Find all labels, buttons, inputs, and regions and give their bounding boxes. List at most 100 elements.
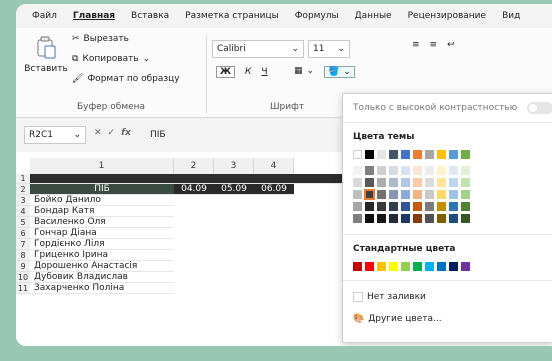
- align-icon[interactable]: ≡: [430, 40, 438, 50]
- color-swatch[interactable]: [401, 214, 410, 223]
- color-swatch[interactable]: [401, 190, 410, 199]
- color-swatch[interactable]: [437, 178, 446, 187]
- color-swatch[interactable]: [425, 202, 434, 211]
- align-icon[interactable]: ≡: [412, 40, 420, 50]
- color-swatch[interactable]: [413, 166, 422, 175]
- color-swatch[interactable]: [425, 190, 434, 199]
- color-swatch[interactable]: [353, 262, 362, 271]
- color-swatch[interactable]: [461, 166, 470, 175]
- color-swatch[interactable]: [425, 150, 434, 159]
- list-item[interactable]: Бойко Данило: [30, 195, 174, 206]
- column-header-4[interactable]: 4: [254, 158, 294, 174]
- wrap-icon[interactable]: ↩: [447, 40, 455, 50]
- font-name-input[interactable]: Calibri ⌄: [212, 40, 304, 58]
- color-swatch[interactable]: [353, 178, 362, 187]
- color-swatch[interactable]: [401, 202, 410, 211]
- row-header[interactable]: 5: [16, 217, 30, 228]
- column-header-3[interactable]: 3: [214, 158, 254, 174]
- selected-color-swatch[interactable]: [364, 189, 375, 200]
- tab-formulas[interactable]: Формулы: [287, 4, 347, 28]
- color-swatch[interactable]: [377, 202, 386, 211]
- color-swatch[interactable]: [401, 178, 410, 187]
- row-header[interactable]: 9: [16, 261, 30, 272]
- color-swatch[interactable]: [449, 262, 458, 271]
- color-swatch[interactable]: [365, 262, 374, 271]
- font-size-input[interactable]: 11 ⌄: [308, 40, 350, 58]
- color-swatch[interactable]: [413, 150, 422, 159]
- color-swatch[interactable]: [437, 190, 446, 199]
- color-swatch[interactable]: [425, 178, 434, 187]
- color-swatch[interactable]: [353, 202, 362, 211]
- color-swatch[interactable]: [461, 150, 470, 159]
- color-swatch[interactable]: [449, 178, 458, 187]
- list-item[interactable]: Бондар Катя: [30, 206, 174, 217]
- color-swatch[interactable]: [401, 262, 410, 271]
- color-swatch[interactable]: [377, 150, 386, 159]
- color-swatch[interactable]: [425, 214, 434, 223]
- color-swatch[interactable]: [449, 166, 458, 175]
- list-item[interactable]: Василенко Оля: [30, 217, 174, 228]
- formula-input[interactable]: ПІБ: [146, 126, 346, 144]
- color-swatch[interactable]: [413, 190, 422, 199]
- color-swatch[interactable]: [437, 214, 446, 223]
- borders-button[interactable]: ▦ ⌄: [294, 66, 314, 76]
- format-painter-button[interactable]: 🖌 Формат по образцу: [72, 74, 180, 84]
- row-header[interactable]: 10: [16, 272, 30, 283]
- color-swatch[interactable]: [377, 262, 386, 271]
- color-swatch[interactable]: [389, 178, 398, 187]
- row-header[interactable]: 3: [16, 195, 30, 206]
- color-swatch[interactable]: [389, 214, 398, 223]
- color-swatch[interactable]: [437, 262, 446, 271]
- more-colors-item[interactable]: 🎨 Другие цвета...: [353, 314, 442, 324]
- row-header[interactable]: 8: [16, 250, 30, 261]
- color-swatch[interactable]: [389, 150, 398, 159]
- row-header[interactable]: 7: [16, 239, 30, 250]
- color-swatch[interactable]: [461, 262, 470, 271]
- no-fill-item[interactable]: Нет заливки: [353, 292, 426, 302]
- color-swatch[interactable]: [413, 202, 422, 211]
- color-swatch[interactable]: [377, 214, 386, 223]
- grid-header-date[interactable]: 05.09: [214, 184, 254, 195]
- color-swatch[interactable]: [401, 166, 410, 175]
- fx-icon[interactable]: fx: [121, 128, 131, 138]
- grid-header-pib[interactable]: ПІБ: [30, 184, 174, 195]
- column-header-1[interactable]: 1: [30, 158, 174, 174]
- list-item[interactable]: Дубовик Владислав: [30, 272, 174, 283]
- toggle-switch[interactable]: [527, 102, 552, 114]
- color-swatch[interactable]: [449, 202, 458, 211]
- italic-button[interactable]: К: [245, 67, 251, 77]
- color-swatch[interactable]: [449, 190, 458, 199]
- confirm-icon[interactable]: ✓: [108, 128, 116, 138]
- underline-button[interactable]: Ч: [261, 67, 267, 77]
- cut-button[interactable]: ✂ Вырезать: [72, 34, 129, 44]
- color-swatch[interactable]: [365, 166, 374, 175]
- color-swatch[interactable]: [389, 262, 398, 271]
- color-swatch[interactable]: [437, 166, 446, 175]
- color-swatch[interactable]: [389, 190, 398, 199]
- tab-view[interactable]: Вид: [494, 4, 528, 28]
- column-header-2[interactable]: 2: [174, 158, 214, 174]
- color-swatch[interactable]: [353, 190, 362, 199]
- color-swatch[interactable]: [377, 166, 386, 175]
- list-item[interactable]: Дорошенко Анастасія: [30, 261, 174, 272]
- grid-header-date[interactable]: 04.09: [174, 184, 214, 195]
- color-swatch[interactable]: [425, 166, 434, 175]
- color-swatch[interactable]: [413, 214, 422, 223]
- fill-color-button[interactable]: 🪣 ⌄: [324, 66, 355, 78]
- paste-button[interactable]: Вставить: [24, 34, 68, 74]
- color-swatch[interactable]: [353, 214, 362, 223]
- color-swatch[interactable]: [365, 202, 374, 211]
- color-swatch[interactable]: [389, 202, 398, 211]
- color-swatch[interactable]: [353, 150, 362, 159]
- color-swatch[interactable]: [413, 178, 422, 187]
- tab-insert[interactable]: Вставка: [123, 4, 177, 28]
- tab-file[interactable]: Файл: [24, 4, 65, 28]
- color-swatch[interactable]: [353, 166, 362, 175]
- color-swatch[interactable]: [461, 214, 470, 223]
- color-swatch[interactable]: [413, 262, 422, 271]
- grid-header-date[interactable]: 06.09: [254, 184, 294, 195]
- list-item[interactable]: Гриценко Ірина: [30, 250, 174, 261]
- color-swatch[interactable]: [461, 202, 470, 211]
- row-header[interactable]: 1: [16, 174, 30, 184]
- color-swatch[interactable]: [377, 190, 386, 199]
